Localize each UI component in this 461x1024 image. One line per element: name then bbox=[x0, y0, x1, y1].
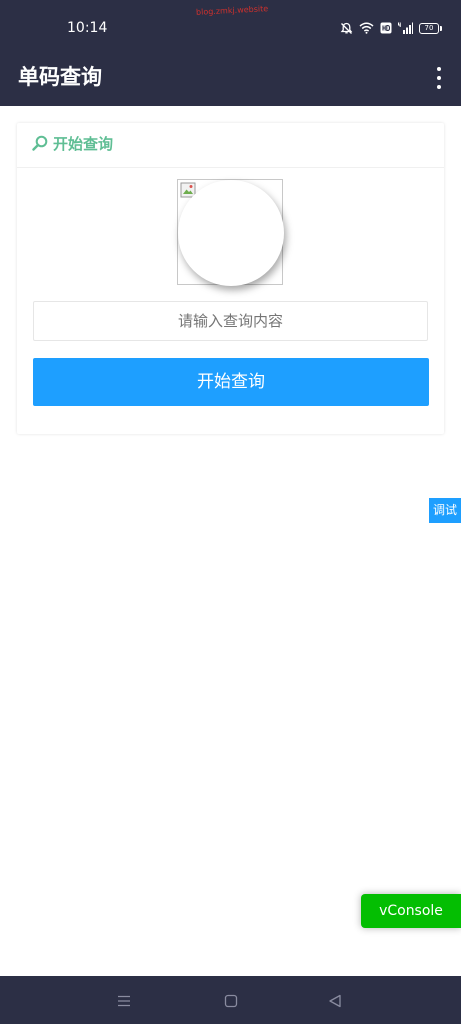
app-header: 单码查询 bbox=[0, 54, 461, 106]
battery-icon: 70 bbox=[419, 22, 442, 34]
app-screen: 10:14 blog.zmkj.website 70 单码查询 开始查询 请输入… bbox=[0, 0, 461, 1024]
debug-tag[interactable]: 调试 bbox=[429, 498, 461, 523]
query-card: 开始查询 开始查询 bbox=[17, 123, 444, 434]
status-bar: 10:14 blog.zmkj.website 70 bbox=[0, 0, 461, 54]
page-title: 单码查询 bbox=[18, 65, 102, 89]
wifi-icon bbox=[359, 22, 374, 34]
vconsole-button[interactable]: vConsole bbox=[361, 894, 461, 928]
watermark: blog.zmkj.website bbox=[195, 4, 269, 17]
signal-icon bbox=[398, 22, 413, 34]
card-title: 开始查询 bbox=[53, 135, 114, 153]
start-query-button[interactable]: 开始查询 bbox=[33, 358, 429, 406]
more-vertical-icon[interactable] bbox=[435, 67, 443, 89]
mute-bell-icon bbox=[340, 22, 353, 35]
avatar-image bbox=[177, 179, 284, 286]
search-icon bbox=[32, 135, 48, 151]
hd-icon bbox=[380, 22, 392, 34]
back-icon[interactable] bbox=[328, 993, 342, 1012]
home-icon[interactable] bbox=[224, 993, 238, 1012]
card-header: 开始查询 bbox=[17, 123, 444, 168]
avatar-circle bbox=[178, 180, 284, 286]
navigation-bar bbox=[0, 976, 461, 1024]
menu-icon[interactable] bbox=[117, 993, 131, 1012]
search-input[interactable] bbox=[33, 301, 428, 341]
status-time: 10:14 bbox=[67, 20, 108, 36]
status-icons: 70 bbox=[340, 20, 442, 36]
